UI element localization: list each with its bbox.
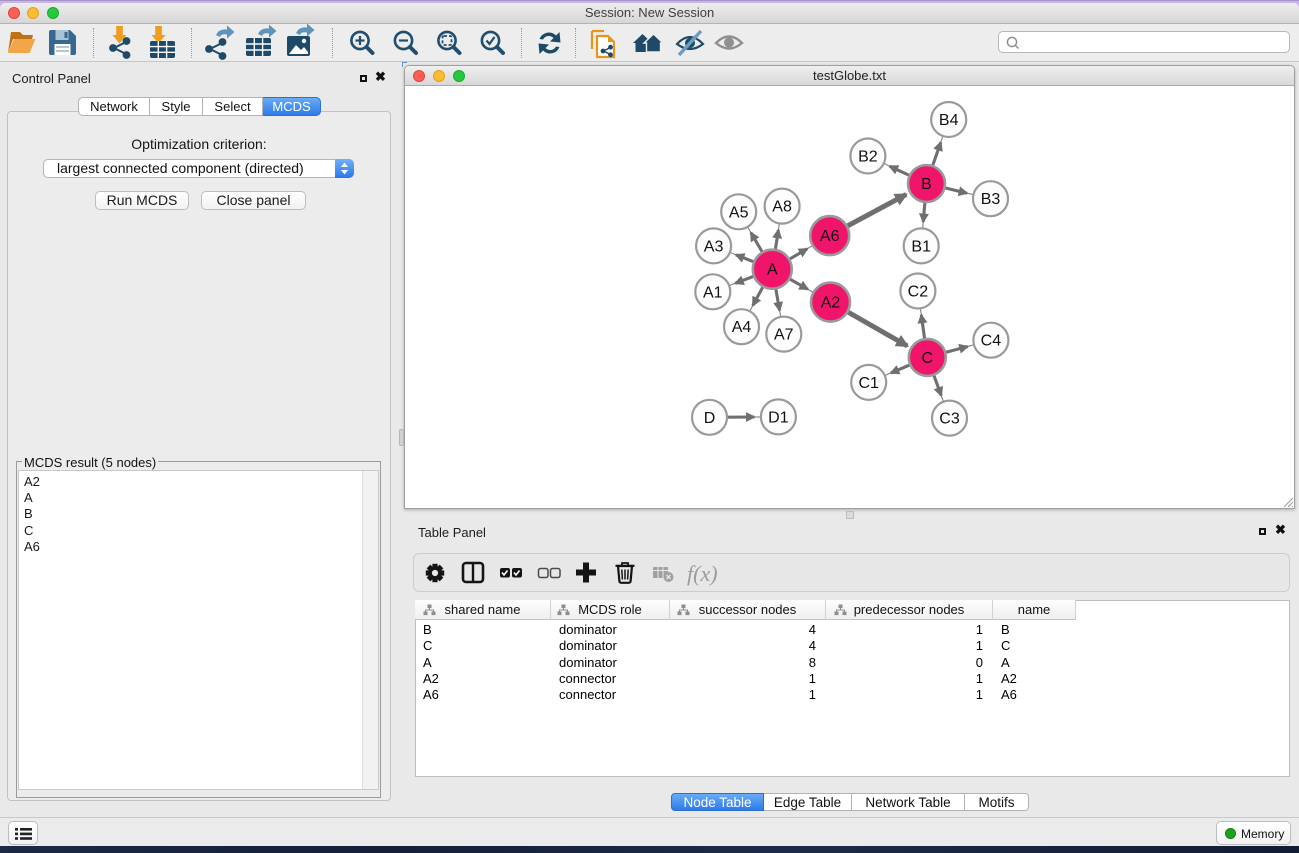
svg-text:A5: A5	[729, 204, 749, 221]
svg-text:f(x): f(x)	[687, 561, 718, 586]
svg-text:B2: B2	[858, 149, 878, 166]
svg-text:B4: B4	[939, 112, 959, 129]
svg-text:B3: B3	[981, 191, 1001, 208]
svg-text:B1: B1	[911, 238, 931, 255]
svg-text:C2: C2	[908, 284, 929, 301]
svg-text:A6: A6	[820, 228, 840, 245]
svg-text:A: A	[767, 262, 778, 279]
svg-text:C3: C3	[939, 411, 960, 428]
svg-text:C4: C4	[981, 333, 1002, 350]
svg-text:C1: C1	[858, 375, 879, 392]
svg-text:A1: A1	[703, 284, 723, 301]
svg-text:A7: A7	[774, 327, 794, 344]
svg-text:B: B	[921, 176, 932, 193]
svg-text:A2: A2	[821, 295, 841, 312]
svg-text:A3: A3	[704, 238, 724, 255]
svg-text:A4: A4	[732, 319, 752, 336]
svg-text:C: C	[922, 350, 934, 367]
svg-text:A8: A8	[772, 199, 792, 216]
svg-text:D: D	[704, 410, 716, 427]
svg-text:D1: D1	[768, 409, 789, 426]
